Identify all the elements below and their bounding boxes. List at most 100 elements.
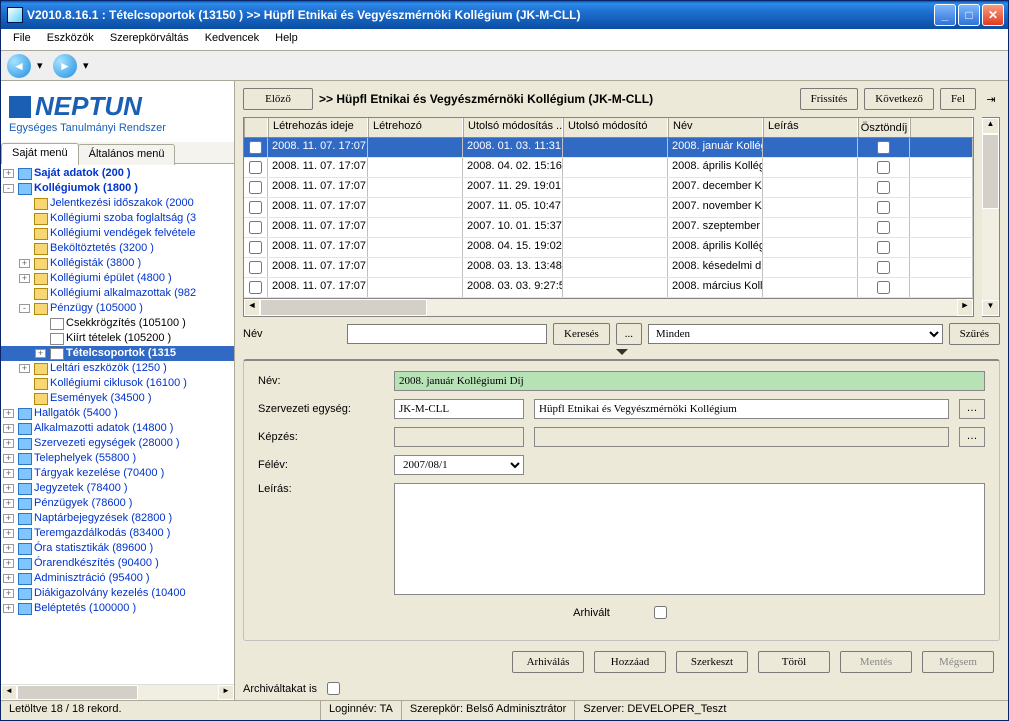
scholarship-checkbox[interactable] — [877, 161, 890, 174]
tree-item[interactable]: +Beléptetés (100000 ) — [1, 601, 234, 616]
scholarship-checkbox[interactable] — [877, 181, 890, 194]
tree-item[interactable]: +Saját adatok (200 ) — [1, 166, 234, 181]
tree-item[interactable]: +Óra statisztikák (89600 ) — [1, 541, 234, 556]
tree-item[interactable]: +Kollégisták (3800 ) — [1, 256, 234, 271]
col-modifier[interactable]: Utolsó módosító — [563, 118, 668, 137]
tree-hscrollbar[interactable]: ◄► — [1, 684, 234, 700]
nav-back-dropdown[interactable]: ▾ — [37, 59, 47, 72]
row-checkbox[interactable] — [249, 261, 262, 274]
tree-item[interactable]: +Órarendkészítés (90400 ) — [1, 556, 234, 571]
tree-item[interactable]: Kiírt tételek (105200 ) — [1, 331, 234, 346]
tree-item[interactable]: +Kollégiumi épület (4800 ) — [1, 271, 234, 286]
search-scope-select[interactable]: Minden — [648, 324, 943, 344]
kepzes-code-field[interactable] — [394, 427, 524, 447]
nav-forward-dropdown[interactable]: ▾ — [83, 59, 93, 72]
row-checkbox[interactable] — [249, 201, 262, 214]
search-button[interactable]: Keresés — [553, 323, 610, 345]
tree-item[interactable]: +Telephelyek (55800 ) — [1, 451, 234, 466]
table-row[interactable]: 2008. 11. 07. 17:07:2008. 04. 02. 15:16:… — [244, 158, 973, 178]
row-checkbox[interactable] — [249, 241, 262, 254]
kepzes-lookup-button[interactable]: … — [959, 427, 985, 447]
table-row[interactable]: 2008. 11. 07. 17:07:2007. 10. 01. 15:37:… — [244, 218, 973, 238]
scholarship-checkbox[interactable] — [877, 281, 890, 294]
tree-item[interactable]: +Adminisztráció (95400 ) — [1, 571, 234, 586]
next-button[interactable]: Következő — [864, 88, 934, 110]
col-desc[interactable]: Leírás — [763, 118, 858, 137]
grid-hscrollbar[interactable]: ◄► — [244, 298, 973, 316]
nav-tree[interactable]: +Saját adatok (200 )-Kollégiumok (1800 )… — [1, 164, 234, 684]
edit-button[interactable]: Szerkeszt — [676, 651, 748, 673]
tree-item[interactable]: -Kollégiumok (1800 ) — [1, 181, 234, 196]
delete-button[interactable]: Töröl — [758, 651, 830, 673]
nav-forward-button[interactable]: ► — [53, 54, 77, 78]
tree-item[interactable]: +Tételcsoportok (1315 — [1, 346, 234, 361]
scholarship-checkbox[interactable] — [877, 261, 890, 274]
prev-button[interactable]: Előző — [243, 88, 313, 110]
org-code-field[interactable] — [394, 399, 524, 419]
menu-tools[interactable]: Eszközök — [39, 29, 102, 50]
row-checkbox[interactable] — [249, 181, 262, 194]
org-lookup-button[interactable]: … — [959, 399, 985, 419]
row-checkbox[interactable] — [249, 141, 262, 154]
table-row[interactable]: 2008. 11. 07. 17:07:2007. 11. 29. 19:01:… — [244, 178, 973, 198]
scholarship-checkbox[interactable] — [877, 141, 890, 154]
tree-item[interactable]: Kollégiumi ciklusok (16100 ) — [1, 376, 234, 391]
search-input[interactable] — [347, 324, 547, 344]
scholarship-checkbox[interactable] — [877, 241, 890, 254]
col-created[interactable]: Létrehozás ideje — [268, 118, 368, 137]
tree-item[interactable]: +Szervezeti egységek (28000 ) — [1, 436, 234, 451]
archived-also-checkbox[interactable] — [327, 682, 340, 695]
tree-item[interactable]: Kollégiumi alkalmazottak (982 — [1, 286, 234, 301]
table-row[interactable]: 2008. 11. 07. 17:07:2008. 04. 15. 19:02:… — [244, 238, 973, 258]
cancel-button[interactable]: Mégsem — [922, 651, 994, 673]
archived-checkbox[interactable] — [654, 606, 667, 619]
tree-item[interactable]: +Tárgyak kezelése (70400 ) — [1, 466, 234, 481]
pin-icon[interactable]: ⇥ — [982, 93, 1000, 106]
tree-item[interactable]: Kollégiumi vendégek felvétele — [1, 226, 234, 241]
row-checkbox[interactable] — [249, 221, 262, 234]
table-row[interactable]: 2008. 11. 07. 17:07:2008. 03. 13. 13:48:… — [244, 258, 973, 278]
tree-item[interactable]: Események (34500 ) — [1, 391, 234, 406]
table-row[interactable]: 2008. 11. 07. 17:07:2008. 03. 03. 9:27:5… — [244, 278, 973, 298]
table-row[interactable]: 2008. 11. 07. 17:07:2007. 11. 05. 10:47:… — [244, 198, 973, 218]
row-checkbox[interactable] — [249, 161, 262, 174]
tree-item[interactable]: +Alkalmazotti adatok (14800 ) — [1, 421, 234, 436]
col-scholarship[interactable]: Ösztöndíj — [858, 118, 910, 137]
row-checkbox[interactable] — [249, 281, 262, 294]
scholarship-checkbox[interactable] — [877, 201, 890, 214]
leiras-field[interactable] — [394, 483, 985, 595]
tree-item[interactable]: +Leltári eszközök (1250 ) — [1, 361, 234, 376]
search-more-button[interactable]: ... — [616, 323, 642, 345]
tree-item[interactable]: +Jegyzetek (78400 ) — [1, 481, 234, 496]
table-row[interactable]: 2008. 11. 07. 17:07:2008. 01. 03. 11:31:… — [244, 138, 973, 158]
maximize-button[interactable]: □ — [958, 4, 980, 26]
col-modified[interactable]: Utolsó módosítás ... — [463, 118, 563, 137]
tab-own-menu[interactable]: Saját menü — [1, 143, 79, 164]
records-grid[interactable]: Létrehozás ideje Létrehozó Utolsó módosí… — [243, 117, 974, 317]
minimize-button[interactable]: _ — [934, 4, 956, 26]
org-name-field[interactable] — [534, 399, 949, 419]
tree-item[interactable]: +Pénzügyek (78600 ) — [1, 496, 234, 511]
menu-roleswitch[interactable]: Szerepkörváltás — [102, 29, 197, 50]
tree-item[interactable]: +Teremgazdálkodás (83400 ) — [1, 526, 234, 541]
tree-item[interactable]: +Diákigazolvány kezelés (10400 — [1, 586, 234, 601]
scholarship-checkbox[interactable] — [877, 221, 890, 234]
close-button[interactable]: ✕ — [982, 4, 1004, 26]
kepzes-name-field[interactable] — [534, 427, 949, 447]
col-creator[interactable]: Létrehozó — [368, 118, 463, 137]
tab-general-menu[interactable]: Általános menü — [78, 144, 176, 165]
name-field[interactable] — [394, 371, 985, 391]
tree-item[interactable]: +Naptárbejegyzések (82800 ) — [1, 511, 234, 526]
save-button[interactable]: Mentés — [840, 651, 912, 673]
up-button[interactable]: Fel — [940, 88, 976, 110]
nav-back-button[interactable]: ◄ — [7, 54, 31, 78]
menu-file[interactable]: File — [5, 29, 39, 50]
col-name[interactable]: Név — [668, 118, 763, 137]
grid-vscrollbar[interactable]: ▲▼ — [982, 117, 1000, 317]
archive-button[interactable]: Arhiválás — [512, 651, 584, 673]
tree-item[interactable]: Jelentkezési időszakok (2000 — [1, 196, 234, 211]
filter-button[interactable]: Szűrés — [949, 323, 1000, 345]
add-button[interactable]: Hozzáad — [594, 651, 666, 673]
refresh-button[interactable]: Frissítés — [800, 88, 859, 110]
tree-item[interactable]: -Pénzügy (105000 ) — [1, 301, 234, 316]
